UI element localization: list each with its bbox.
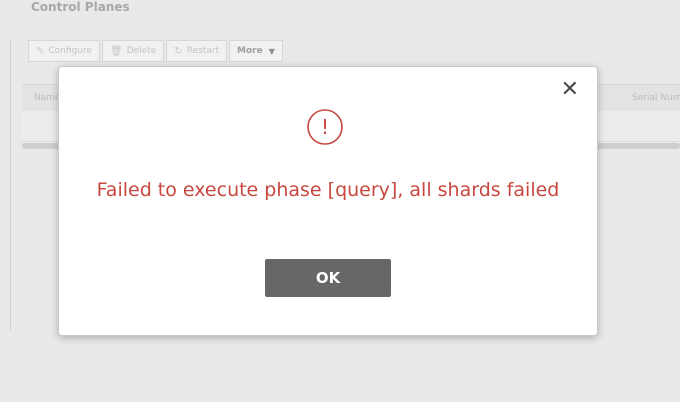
chevron-down-icon: ▼ <box>268 46 275 56</box>
restart-icon: ↻ <box>174 45 183 57</box>
ok-button[interactable]: OK <box>265 259 391 297</box>
delete-label: Delete <box>126 46 157 56</box>
column-header-serial[interactable]: Serial Number <box>632 93 680 103</box>
toolbar: ✎ Configure 🗑 Delete ↻ Restart More ▼ <box>28 40 285 64</box>
pencil-icon: ✎ <box>36 45 45 57</box>
restart-label: Restart <box>186 46 220 56</box>
more-label: More <box>237 46 263 56</box>
error-dialog: ✕ ! Failed to execute phase [query], all… <box>58 66 598 336</box>
restart-button[interactable]: ↻ Restart <box>166 40 228 62</box>
alert-icon: ! <box>307 109 343 145</box>
trash-icon: 🗑 <box>110 45 123 57</box>
column-header-name[interactable]: Name <box>34 93 61 103</box>
more-dropdown[interactable]: More ▼ <box>229 40 283 62</box>
section-title: Control Planes <box>31 0 130 14</box>
error-message: Failed to execute phase [query], all sha… <box>96 179 560 201</box>
delete-button[interactable]: 🗑 Delete <box>102 40 165 62</box>
configure-label: Configure <box>48 46 93 56</box>
alert-glyph: ! <box>321 115 329 139</box>
close-icon[interactable]: ✕ <box>561 79 579 101</box>
left-divider <box>10 40 11 330</box>
configure-button[interactable]: ✎ Configure <box>28 40 101 62</box>
